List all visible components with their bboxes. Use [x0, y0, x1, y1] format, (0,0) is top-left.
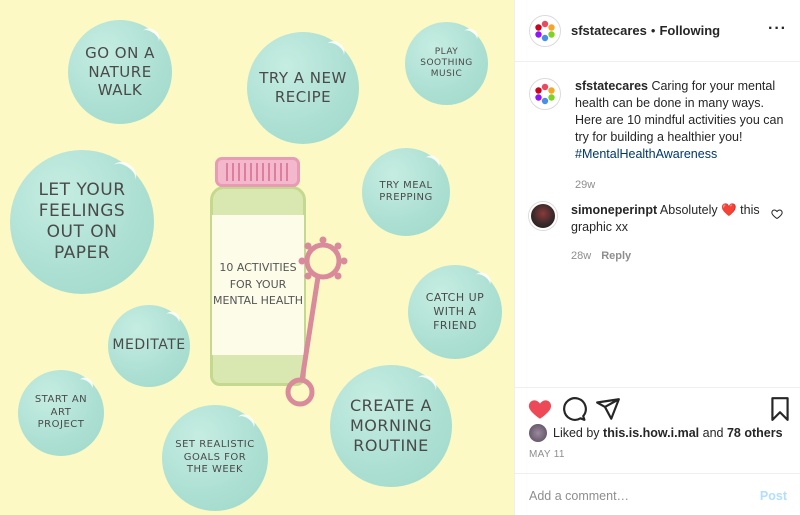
bubble-meal-prepping: Try meal prepping [362, 148, 450, 236]
comment-bubble-icon[interactable] [561, 396, 587, 422]
likes-conjunction: and [702, 426, 724, 440]
post-header: sfstatecares • Following ··· [515, 0, 800, 62]
avatar[interactable] [529, 202, 557, 230]
caption-time[interactable]: 29w [575, 177, 789, 194]
bubble-realistic-goals: Set realistic goals for the week [162, 405, 268, 511]
header-separator: • [650, 23, 656, 38]
bubble-text: Play soothing music [420, 46, 473, 80]
comment-text-before: Absolutely [659, 203, 718, 217]
bubble-text: Set realistic goals for the week [175, 439, 255, 476]
likes-row: Liked by this.is.how.i.mal and 78 others [529, 424, 783, 442]
comment-input[interactable] [529, 488, 760, 503]
more-dots-icon[interactable]: ··· [768, 21, 787, 37]
actions-section: Liked by this.is.how.i.mal and 78 others… [515, 387, 800, 515]
caption: sfstatecares Caring for your mental heal… [529, 78, 791, 194]
bottle-cap-ridges [226, 163, 290, 181]
bubble-new-recipe: Try a new recipe [247, 32, 359, 144]
liker-username[interactable]: this.is.how.i.mal [603, 426, 699, 440]
bubble-feelings-paper: Let your feelings out on paper [10, 150, 154, 294]
post-date[interactable]: MAY 11 [529, 449, 565, 460]
bubble-art-project: Start an art project [18, 370, 104, 456]
bubble-soothing-music: Play soothing music [405, 22, 488, 105]
bubble-nature-walk: Go on a nature walk [68, 20, 172, 124]
hashtag-link[interactable]: #MentalHealthAwareness [575, 147, 717, 161]
caption-username[interactable]: sfstatecares [575, 79, 648, 93]
heart-outline-icon[interactable] [771, 208, 783, 220]
bubble-text: Meditate [112, 337, 186, 354]
bubble-text: Try meal prepping [379, 179, 433, 204]
bookmark-icon[interactable] [767, 396, 793, 422]
bubble-text: Go on a nature walk [85, 43, 155, 100]
header-username[interactable]: sfstatecares [571, 23, 647, 38]
comment-time[interactable]: 28w [571, 250, 591, 262]
comment-meta: 28w Reply [571, 248, 771, 265]
bubble-text: Let your feelings out on paper [38, 179, 126, 264]
post-button[interactable]: Post [760, 489, 787, 503]
comment-text-block: simoneperinpt Absolutely ❤️ this graphic… [571, 202, 771, 265]
caption-text-block: sfstatecares Caring for your mental heal… [575, 78, 789, 194]
comment-item: simoneperinpt Absolutely ❤️ this graphic… [529, 202, 791, 265]
avatar[interactable] [529, 424, 547, 442]
heart-filled-icon[interactable] [527, 396, 553, 422]
sfstatecares-logo-icon [535, 83, 555, 105]
post-image[interactable]: Go on a nature walk Try a new recipe Pla… [0, 0, 514, 515]
bubble-text: Start an art project [34, 394, 88, 431]
paper-plane-icon[interactable] [595, 396, 621, 422]
likes-prefix: Liked by [553, 426, 600, 440]
bubble-wand-icon [285, 236, 348, 407]
bubble-text: Try a new recipe [259, 69, 347, 106]
avatar[interactable] [529, 78, 561, 110]
bubble-meditate: Meditate [108, 305, 190, 387]
add-comment-bar: Post [515, 473, 800, 515]
bubble-catch-up-friend: Catch up with a friend [408, 265, 502, 359]
sfstatecares-logo-icon [535, 20, 555, 41]
comment-username[interactable]: simoneperinpt [571, 203, 657, 217]
comments-section: sfstatecares Caring for your mental heal… [515, 62, 800, 387]
reply-button[interactable]: Reply [601, 250, 631, 262]
heart-emoji: ❤️ [721, 203, 737, 217]
avatar[interactable] [529, 14, 561, 47]
following-button[interactable]: Following [659, 23, 720, 38]
post-side-panel: sfstatecares • Following ··· sfstatecare… [514, 0, 800, 515]
likes-others-button[interactable]: 78 others [727, 426, 783, 440]
bubble-text: Catch up with a friend [425, 291, 485, 332]
